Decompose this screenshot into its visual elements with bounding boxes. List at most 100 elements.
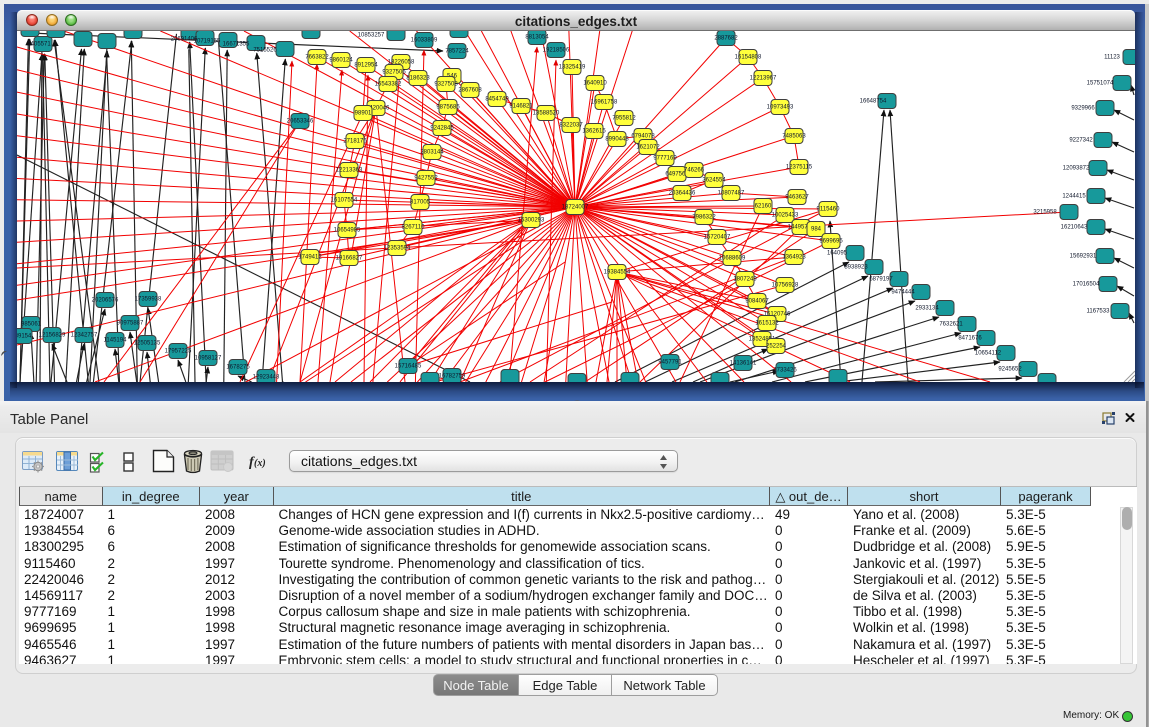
svg-text:16033809: 16033809 (411, 38, 438, 44)
svg-text:16782759: 16782759 (439, 374, 466, 380)
svg-text:7857224: 7857224 (445, 49, 469, 55)
svg-text:12923448: 12923448 (253, 375, 280, 381)
svg-text:17359938: 17359938 (135, 297, 162, 303)
svg-text:1749412: 1749412 (298, 255, 322, 261)
svg-text:9875685: 9875685 (436, 105, 460, 111)
svg-text:8471676: 8471676 (958, 336, 982, 342)
svg-text:985061: 985061 (21, 322, 42, 328)
svg-text:20206576: 20206576 (92, 298, 119, 304)
svg-text:8454749: 8454749 (485, 97, 509, 103)
svg-text:1640910: 1640910 (583, 81, 607, 87)
svg-text:10807487: 10807487 (718, 191, 745, 197)
svg-text:13588520: 13588520 (533, 111, 560, 117)
svg-text:16961758: 16961758 (591, 100, 618, 106)
svg-text:9327508: 9327508 (434, 82, 458, 88)
svg-text:10958127: 10958127 (195, 356, 222, 362)
svg-text:98901: 98901 (355, 111, 372, 117)
svg-text:8186323: 8186323 (406, 76, 430, 82)
svg-text:10654985: 10654985 (334, 228, 361, 234)
svg-text:15692931: 15692931 (1070, 254, 1097, 260)
svg-text:2718176: 2718176 (343, 139, 367, 145)
svg-text:9084067: 9084067 (745, 299, 769, 305)
svg-text:1621072: 1621072 (636, 145, 660, 151)
svg-text:8322037: 8322037 (559, 123, 583, 129)
svg-text:10756928: 10756928 (772, 283, 799, 289)
svg-text:7485063: 7485063 (782, 134, 806, 140)
svg-text:19218506: 19218506 (543, 48, 570, 54)
svg-text:16543382: 16543382 (375, 82, 402, 88)
svg-text:3624554: 3624554 (702, 178, 726, 184)
svg-text:9463627: 9463627 (785, 195, 809, 201)
svg-text:1167533: 1167533 (1087, 309, 1111, 315)
svg-text:12156829: 12156829 (39, 333, 66, 339)
svg-text:9457791: 9457791 (658, 360, 682, 366)
svg-text:12505135: 12505135 (134, 341, 161, 347)
svg-text:10719155: 10719155 (194, 39, 221, 45)
svg-text:9146821: 9146821 (509, 104, 533, 110)
svg-text:9115460: 9115460 (817, 207, 841, 213)
svg-text:8912954: 8912954 (354, 63, 378, 69)
svg-text:9329966: 9329966 (1071, 106, 1095, 112)
svg-text:15716485: 15716485 (395, 364, 422, 370)
svg-text:1807249: 1807249 (733, 277, 757, 283)
svg-text:16648754: 16648754 (860, 99, 887, 105)
svg-text:10853257: 10853257 (358, 33, 385, 39)
svg-text:16154808: 16154808 (735, 55, 762, 61)
svg-text:1244415: 1244415 (1062, 194, 1086, 200)
svg-text:20653346: 20653346 (287, 119, 314, 125)
svg-text:2887682: 2887682 (714, 36, 738, 42)
svg-text:8267110: 8267110 (402, 225, 426, 231)
svg-text:62160: 62160 (755, 204, 772, 210)
svg-text:7955812: 7955812 (612, 116, 636, 122)
svg-text:12213967: 12213967 (750, 76, 777, 82)
svg-text:39154: 39154 (17, 334, 32, 340)
svg-text:13325419: 13325419 (559, 65, 586, 71)
svg-text:(x): (x) (254, 458, 266, 469)
svg-text:817005: 817005 (410, 200, 431, 206)
svg-text:11123: 11123 (1104, 55, 1120, 61)
svg-text:7663822: 7663822 (305, 55, 329, 61)
svg-text:8813054: 8813054 (525, 35, 549, 41)
svg-text:2933134: 2933134 (915, 306, 939, 312)
svg-text:8938923: 8938923 (844, 265, 868, 271)
svg-text:10025433: 10025433 (772, 213, 799, 219)
svg-text:14136141: 14136141 (730, 361, 757, 367)
svg-text:12213363: 12213363 (336, 168, 363, 174)
svg-text:15300293: 15300293 (518, 218, 545, 224)
svg-text:15720407: 15720407 (704, 235, 731, 241)
svg-text:7632621: 7632621 (939, 322, 963, 328)
svg-text:16210643: 16210643 (1061, 225, 1088, 231)
svg-text:90975887: 90975887 (117, 321, 144, 327)
svg-text:2867608: 2867608 (458, 88, 482, 94)
svg-text:1145194: 1145194 (104, 338, 128, 344)
svg-text:9860124: 9860124 (329, 58, 353, 64)
svg-text:12342757: 12342757 (71, 333, 98, 339)
svg-text:10688609: 10688609 (719, 256, 746, 262)
svg-text:9777169: 9777169 (653, 156, 677, 162)
svg-text:252254: 252254 (766, 344, 787, 350)
svg-text:9427552: 9427552 (414, 176, 438, 182)
svg-text:16107554: 16107554 (331, 198, 358, 204)
svg-text:15751074: 15751074 (1087, 81, 1114, 87)
svg-text:10973493: 10973493 (767, 105, 794, 111)
svg-text:9699695: 9699695 (819, 239, 843, 245)
svg-text:8990448: 8990448 (605, 137, 629, 143)
svg-text:3215958: 3215958 (1033, 210, 1057, 216)
svg-text:9474444: 9474444 (891, 290, 915, 296)
svg-text:9327506: 9327506 (382, 70, 406, 76)
svg-text:18724007: 18724007 (562, 205, 589, 211)
svg-text:1405571: 1405571 (27, 42, 51, 48)
svg-text:1733426: 1733426 (773, 368, 797, 374)
svg-text:2803144: 2803144 (420, 150, 444, 156)
svg-text:17957225: 17957225 (165, 349, 192, 355)
svg-text:6794078: 6794078 (631, 134, 655, 140)
svg-text:7986322: 7986322 (692, 215, 716, 221)
svg-text:20364436: 20364436 (669, 191, 696, 197)
svg-text:1615132: 1615132 (755, 321, 779, 327)
svg-text:17016504: 17016504 (1073, 282, 1100, 288)
svg-text:12375115: 12375115 (786, 165, 813, 171)
svg-text:6879197: 6879197 (869, 277, 893, 283)
svg-text:9245652: 9245652 (998, 367, 1022, 373)
svg-text:12093872: 12093872 (1063, 166, 1090, 172)
svg-text:1364923: 1364923 (782, 255, 806, 261)
